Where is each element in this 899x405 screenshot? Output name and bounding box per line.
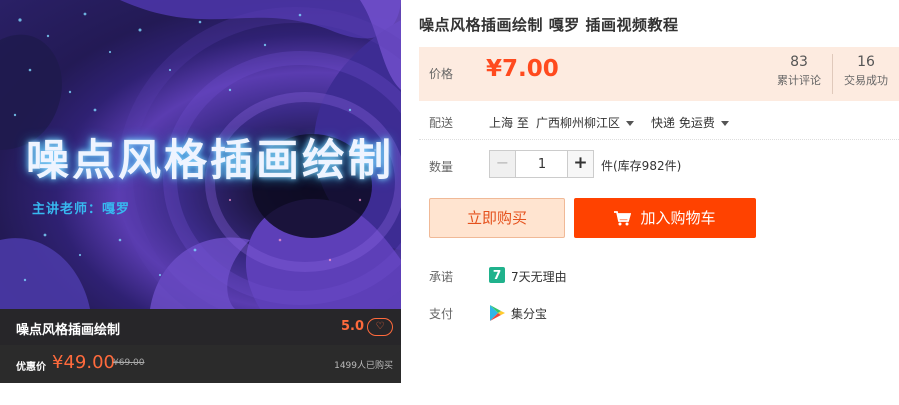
reviews-label: 累计评论 xyxy=(777,74,821,87)
cart-icon xyxy=(614,211,632,226)
promise-text[interactable]: 7天无理由 xyxy=(511,268,567,285)
shipping-destination: 广西柳州柳江区 xyxy=(536,116,621,130)
product-title: 噪点风格插画绘制 嘎罗 插画视频教程 xyxy=(419,16,679,34)
stock-text: 件(库存982件) xyxy=(601,159,682,173)
product-hero-image[interactable]: 噪点风格插画绘制 主讲老师：嘎罗 xyxy=(0,0,401,309)
card-name-bar: 噪点风格插画绘制 5.0 ♡ xyxy=(0,309,401,345)
payment-label: 支付 xyxy=(429,307,454,321)
quantity-increase-button[interactable]: + xyxy=(567,151,593,177)
price-label: 价格 xyxy=(429,67,454,81)
payment-text[interactable]: 集分宝 xyxy=(511,305,547,322)
chevron-down-icon xyxy=(626,121,635,126)
seven-day-return-icon: 7 xyxy=(489,267,505,283)
buy-now-button[interactable]: 立即购买 xyxy=(429,198,565,238)
shipping-method-select[interactable]: 快递 免运费 xyxy=(651,114,729,131)
card-price-bar: 优惠价 ¥49.00 ¥69.00 1499人已购买 xyxy=(0,345,401,383)
price-value: ¥7.00 xyxy=(486,56,559,82)
reviews-stat[interactable]: 83 累计评论 xyxy=(767,54,831,88)
product-image-card[interactable]: 噪点风格插画绘制 主讲老师：嘎罗 噪点风格插画绘制 5.0 ♡ 优惠价 ¥49.… xyxy=(0,0,401,383)
promise-label: 承诺 xyxy=(429,270,454,284)
hero-subtitle: 主讲老师：嘎罗 xyxy=(32,202,131,217)
card-product-name[interactable]: 噪点风格插画绘制 xyxy=(16,319,120,338)
promo-label: 优惠价 xyxy=(16,362,46,373)
shipping-destination-select[interactable]: 广西柳州柳江区 xyxy=(536,114,635,131)
chevron-down-icon xyxy=(720,121,729,126)
bought-count: 1499人已购买 xyxy=(334,361,393,371)
shipping-method: 快递 免运费 xyxy=(651,116,715,130)
shipping-from: 上海 至 xyxy=(489,116,529,130)
quantity-label: 数量 xyxy=(429,160,454,174)
shipping-label: 配送 xyxy=(429,116,454,130)
divider xyxy=(419,139,899,140)
card-score: 5.0 xyxy=(341,319,365,334)
price-panel: 价格 ¥7.00 83 累计评论 16 交易成功 xyxy=(419,47,899,101)
deals-count: 16 xyxy=(857,54,875,70)
quantity-decrease-button[interactable]: − xyxy=(490,151,516,177)
promo-price: ¥49.00 xyxy=(52,352,115,373)
hero-title: 噪点风格插画绘制 xyxy=(26,136,394,186)
quantity-input[interactable] xyxy=(517,151,567,177)
play-store-icon xyxy=(490,305,505,321)
deals-stat: 16 交易成功 xyxy=(832,54,899,94)
original-price: ¥69.00 xyxy=(113,358,145,368)
reviews-count: 83 xyxy=(790,54,808,70)
add-to-cart-label: 加入购物车 xyxy=(640,209,716,227)
deals-label: 交易成功 xyxy=(844,74,888,87)
heart-icon[interactable]: ♡ xyxy=(367,318,393,336)
add-to-cart-button[interactable]: 加入购物车 xyxy=(574,198,756,238)
quantity-stepper: − + xyxy=(489,150,594,178)
